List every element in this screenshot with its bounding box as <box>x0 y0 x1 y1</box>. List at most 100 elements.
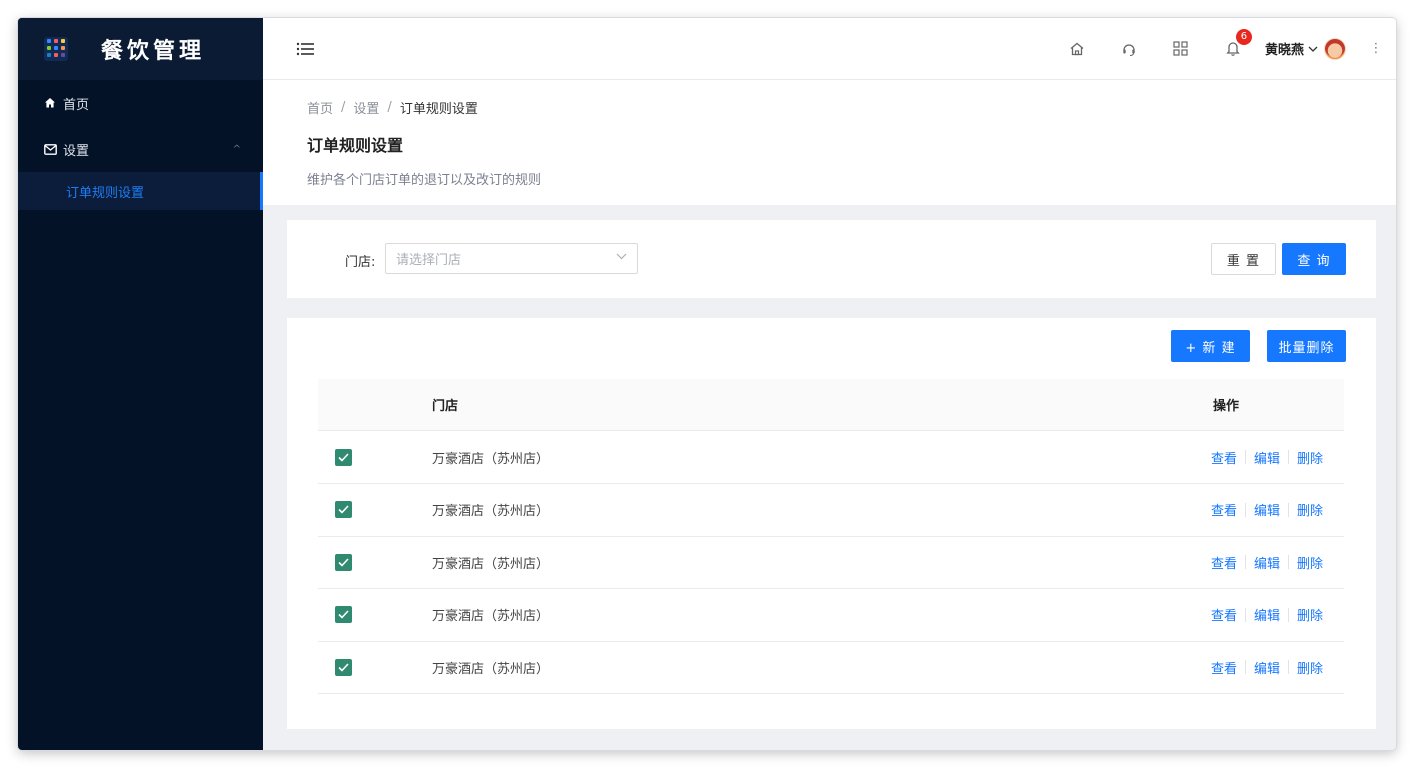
store-cell: 万豪酒店（苏州店） <box>432 556 550 572</box>
table-header: 门店 操作 <box>318 379 1344 431</box>
store-cell: 万豪酒店（苏州店） <box>432 661 550 677</box>
apps-button[interactable] <box>1155 18 1207 80</box>
delete-link[interactable]: 删除 <box>1297 658 1323 677</box>
batch-delete-button[interactable]: 批量删除 <box>1267 330 1346 362</box>
reset-button[interactable]: 重 置 <box>1211 243 1276 275</box>
row-checkbox[interactable] <box>335 553 352 571</box>
action-divider <box>1245 660 1247 674</box>
column-header-store: 门店 <box>432 399 459 414</box>
view-link[interactable]: 查看 <box>1211 500 1237 519</box>
action-divider <box>1288 502 1290 517</box>
row-checkbox[interactable] <box>335 501 352 518</box>
store-select[interactable]: 请选择门店 <box>385 243 638 274</box>
edit-link[interactable]: 编辑 <box>1254 500 1280 519</box>
page-title: 订单规则设置 <box>307 136 404 155</box>
chevron-up-icon: ^ <box>232 143 241 155</box>
row-checkbox[interactable] <box>335 658 352 676</box>
sidebar-item-settings[interactable]: 设置 ^ <box>18 126 263 172</box>
row-checkbox[interactable] <box>335 606 352 623</box>
action-divider <box>1288 660 1290 674</box>
breadcrumb-home[interactable]: 首页 <box>307 98 333 117</box>
row-actions: 查看 编辑 删除 <box>1211 605 1323 624</box>
page-header: 首页 / 设置 / 订单规则设置 订单规则设置 维护各个门店订单的退订以及改订的… <box>263 80 1396 205</box>
checkmark-icon <box>338 557 349 567</box>
brand-dot <box>47 53 51 57</box>
row-actions: 查看 编辑 删除 <box>1211 448 1323 467</box>
action-divider <box>1245 450 1247 464</box>
mail-icon <box>43 143 57 155</box>
sidebar-item-home[interactable]: 首页 <box>18 80 263 126</box>
delete-link[interactable]: 删除 <box>1297 605 1323 624</box>
brand-dot <box>47 46 51 50</box>
breadcrumb: 首页 / 设置 / 订单规则设置 <box>307 98 478 117</box>
new-button[interactable]: + 新 建 <box>1171 330 1250 362</box>
action-divider <box>1288 607 1290 622</box>
home-icon <box>43 97 57 109</box>
action-divider <box>1245 607 1247 622</box>
table-row: 万豪酒店（苏州店） 查看 编辑 删除 <box>318 641 1344 694</box>
chevron-down-icon <box>1308 46 1318 52</box>
checkmark-icon <box>338 452 349 462</box>
brand-dot <box>54 46 58 50</box>
app-title: 餐饮管理 <box>101 39 206 64</box>
more-options-icon[interactable]: ⋮ <box>1356 18 1396 80</box>
brand-dot <box>54 53 58 57</box>
view-link[interactable]: 查看 <box>1211 658 1237 677</box>
delete-link[interactable]: 删除 <box>1297 500 1323 519</box>
menu-toggle-button[interactable] <box>295 38 317 60</box>
app-window: 餐饮管理 首页 设置 ^ 订单规则设置 6 黄晓燕 ⋮ 首页 / 设置 / 订单… <box>18 18 1396 750</box>
apps-logo-icon <box>44 37 68 61</box>
delete-link[interactable]: 删除 <box>1297 448 1323 467</box>
edit-link[interactable]: 编辑 <box>1254 605 1280 624</box>
action-divider <box>1245 502 1247 517</box>
row-checkbox[interactable] <box>335 448 352 466</box>
view-link[interactable]: 查看 <box>1211 605 1237 624</box>
store-cell: 万豪酒店（苏州店） <box>432 451 550 467</box>
breadcrumb-separator: / <box>341 100 346 115</box>
row-actions: 查看 编辑 删除 <box>1211 500 1323 519</box>
home-outline-button[interactable] <box>1051 18 1103 80</box>
sidebar-item-order-rules[interactable]: 订单规则设置 <box>18 172 263 210</box>
breadcrumb-settings[interactable]: 设置 <box>353 98 379 117</box>
brand-dot <box>61 46 65 50</box>
row-actions: 查看 编辑 删除 <box>1211 658 1323 677</box>
menu-list-icon <box>296 42 314 55</box>
brand: 餐饮管理 <box>18 18 263 80</box>
store-cell: 万豪酒店（苏州店） <box>432 504 550 519</box>
home-outline-icon <box>1070 42 1084 55</box>
table-row: 万豪酒店（苏州店） 查看 编辑 删除 <box>318 431 1344 484</box>
headset-icon <box>1123 43 1135 56</box>
notifications-button[interactable]: 6 <box>1207 18 1259 80</box>
sidebar: 餐饮管理 首页 设置 ^ 订单规则设置 <box>18 18 263 750</box>
page-description: 维护各个门店订单的退订以及改订的规则 <box>307 173 542 188</box>
brand-dot <box>61 39 65 43</box>
store-filter-label: 门店: <box>345 255 376 270</box>
action-divider <box>1288 555 1290 569</box>
avatar <box>1324 37 1346 60</box>
row-actions: 查看 编辑 删除 <box>1211 553 1323 572</box>
brand-dot <box>61 53 65 57</box>
user-name: 黄晓燕 <box>1264 43 1304 58</box>
edit-link[interactable]: 编辑 <box>1254 448 1280 467</box>
sidebar-item-label: 设置 <box>63 143 90 159</box>
brand-dot <box>54 39 58 43</box>
checkmark-icon <box>338 662 349 672</box>
view-link[interactable]: 查看 <box>1211 553 1237 572</box>
column-header-actions: 操作 <box>1213 399 1240 414</box>
checkmark-icon <box>338 505 349 514</box>
action-divider <box>1245 555 1247 569</box>
edit-link[interactable]: 编辑 <box>1254 553 1280 572</box>
table-panel: + 新 建 批量删除 门店 操作 万豪酒店（苏州店） 查看 编辑 删除 万豪酒店（苏州店… <box>287 318 1376 729</box>
support-button[interactable] <box>1103 18 1155 80</box>
breadcrumb-current: 订单规则设置 <box>399 102 478 117</box>
header-actions: 6 黄晓燕 ⋮ <box>1051 18 1396 80</box>
query-button[interactable]: 查 询 <box>1282 243 1346 275</box>
view-link[interactable]: 查看 <box>1211 448 1237 467</box>
delete-link[interactable]: 删除 <box>1297 553 1323 572</box>
action-divider <box>1288 450 1290 464</box>
user-menu[interactable]: 黄晓燕 <box>1264 37 1346 60</box>
edit-link[interactable]: 编辑 <box>1254 658 1280 677</box>
store-cell: 万豪酒店（苏州店） <box>432 609 550 624</box>
table-row: 万豪酒店（苏州店） 查看 编辑 删除 <box>318 536 1344 589</box>
breadcrumb-separator: / <box>387 100 392 115</box>
